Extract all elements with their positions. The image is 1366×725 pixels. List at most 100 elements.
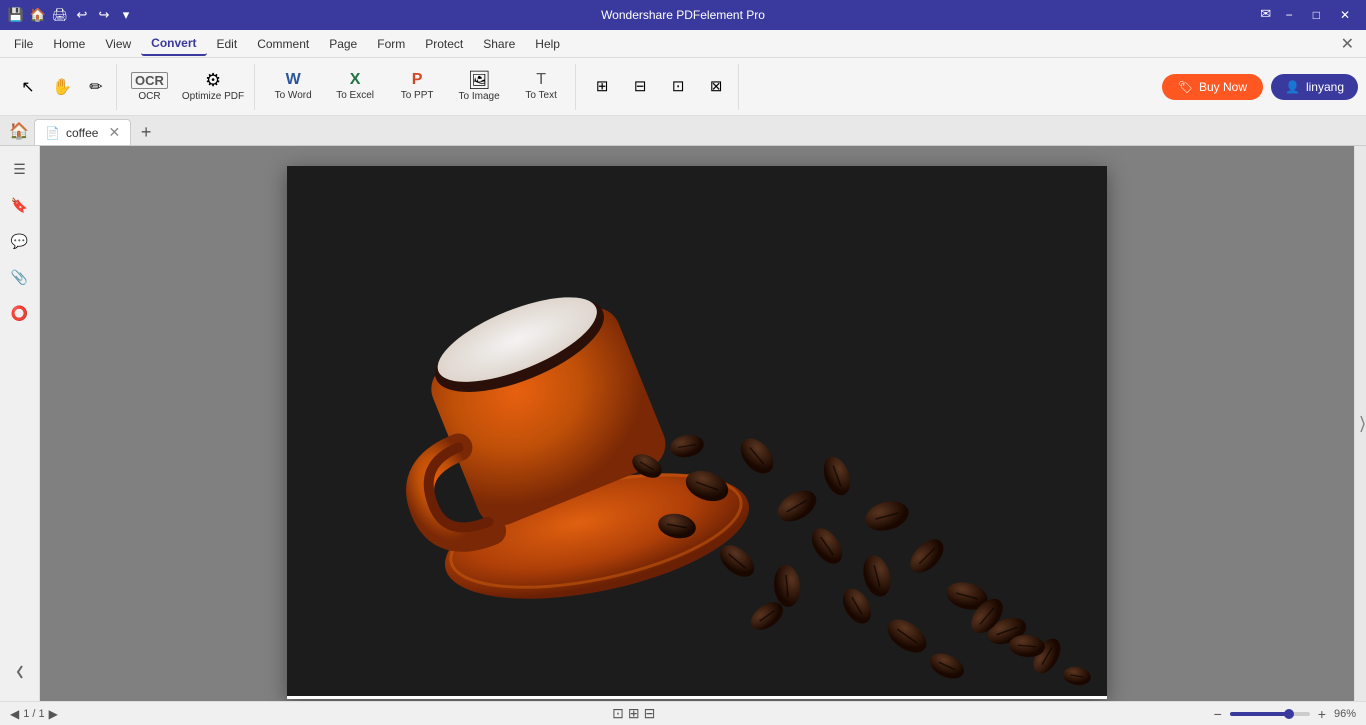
extra-icon3: ⊡ — [672, 79, 685, 94]
coffee-image — [287, 166, 1107, 696]
select-tool-button[interactable]: ↖ — [12, 71, 44, 103]
buy-icon: 🏷 — [1178, 80, 1193, 94]
sidebar-thumbnails[interactable]: ☰ — [5, 154, 35, 184]
zoom-slider[interactable] — [1230, 712, 1310, 716]
home-icon[interactable]: 🏠 — [30, 7, 46, 23]
to-word-button[interactable]: W To Word — [263, 65, 323, 109]
prev-page-button[interactable]: ◀ — [10, 707, 19, 721]
to-ppt-button[interactable]: P To PPT — [387, 65, 447, 109]
to-ppt-label: To PPT — [401, 90, 434, 101]
zoom-level: 96% — [1334, 708, 1356, 720]
menu-protect[interactable]: Protect — [415, 33, 473, 55]
to-excel-button[interactable]: X To Excel — [325, 65, 385, 109]
maximize-button[interactable]: □ — [1305, 6, 1328, 24]
app-title: Wondershare PDFelement Pro — [601, 8, 765, 22]
pdf-page — [287, 166, 1107, 699]
extra-btn3[interactable]: ⊡ — [660, 65, 696, 109]
menu-home[interactable]: Home — [43, 33, 95, 55]
tab-name: coffee — [66, 126, 98, 140]
save-icon[interactable]: 💾 — [8, 7, 24, 23]
optimize-icon: ⚙ — [205, 71, 221, 89]
user-icon: 👤 — [1285, 80, 1300, 94]
document-canvas[interactable] — [40, 146, 1354, 701]
window-controls: ✉ − □ ✕ — [1258, 6, 1358, 24]
extra-icon1: ⊞ — [596, 79, 609, 94]
print-icon[interactable]: 🖨 — [52, 7, 68, 23]
sidebar-comments[interactable]: 💬 — [5, 226, 35, 256]
tab-close-button[interactable]: ✕ — [108, 124, 120, 141]
zoom-slider-fill — [1230, 712, 1286, 716]
right-panel-handle[interactable] — [1354, 146, 1366, 701]
user-name-label: linyang — [1306, 80, 1344, 94]
sidebar-collapse[interactable] — [14, 662, 26, 693]
selection-tools: ↖ ✋ ✏ — [8, 64, 117, 110]
extra-btn4[interactable]: ⊠ — [698, 65, 734, 109]
action-buttons: 🏷 Buy Now 👤 linyang — [1162, 74, 1358, 100]
email-icon[interactable]: ✉ — [1258, 6, 1274, 22]
next-page-button[interactable]: ▶ — [49, 707, 58, 721]
close-button[interactable]: ✕ — [1332, 6, 1358, 24]
hand-tool-button[interactable]: ✋ — [46, 71, 78, 103]
to-image-label: To Image — [459, 91, 500, 102]
dropdown-icon[interactable]: ▾ — [118, 7, 134, 23]
zoom-out-button[interactable]: − — [1210, 706, 1226, 722]
menu-comment[interactable]: Comment — [247, 33, 319, 55]
grid-view-icon[interactable]: ⊟ — [644, 705, 656, 722]
status-bar: ◀ 1 / 1 ▶ ⊡ ⊞ ⊟ − + 96% — [0, 701, 1366, 725]
sidebar-attachments[interactable]: 📎 — [5, 262, 35, 292]
menu-file[interactable]: File — [4, 33, 43, 55]
buy-now-button[interactable]: 🏷 Buy Now — [1162, 74, 1263, 100]
edit-tool-button[interactable]: ✏ — [80, 71, 112, 103]
document-tab[interactable]: 📄 coffee ✕ — [34, 119, 131, 145]
menu-close-button[interactable]: ✕ — [1333, 34, 1362, 54]
extra-btn1[interactable]: ⊞ — [584, 65, 620, 109]
sidebar-circle[interactable]: ⭕ — [5, 298, 35, 328]
sidebar-bookmarks[interactable]: 🔖 — [5, 190, 35, 220]
user-button[interactable]: 👤 linyang — [1271, 74, 1358, 100]
word-icon: W — [286, 72, 301, 88]
extra-icon2: ⊟ — [634, 79, 647, 94]
extra-icon4: ⊠ — [710, 79, 723, 94]
page-navigation: ◀ 1 / 1 ▶ — [10, 707, 58, 721]
double-page-view-icon[interactable]: ⊞ — [628, 705, 640, 722]
menu-page[interactable]: Page — [319, 33, 367, 55]
redo-icon[interactable]: ↪ — [96, 7, 112, 23]
ocr-button[interactable]: OCR OCR — [125, 65, 174, 109]
image-icon: 🖼 — [468, 71, 491, 89]
title-left-icons: 💾 🏠 🖨 ↩ ↪ ▾ — [8, 7, 134, 23]
extra-btn2[interactable]: ⊟ — [622, 65, 658, 109]
to-excel-label: To Excel — [336, 90, 374, 101]
main-area: ☰ 🔖 💬 📎 ⭕ — [0, 146, 1366, 701]
menu-share[interactable]: Share — [473, 33, 525, 55]
menu-view[interactable]: View — [95, 33, 141, 55]
to-word-label: To Word — [275, 90, 312, 101]
single-page-view-icon[interactable]: ⊡ — [612, 705, 624, 722]
zoom-slider-thumb — [1284, 709, 1294, 719]
to-text-button[interactable]: T To Text — [511, 65, 571, 109]
tab-pdf-icon: 📄 — [45, 126, 60, 140]
left-sidebar: ☰ 🔖 💬 📎 ⭕ — [0, 146, 40, 701]
undo-icon[interactable]: ↩ — [74, 7, 90, 23]
optimize-label: Optimize PDF — [182, 91, 244, 102]
zoom-controls: − + 96% — [1210, 706, 1356, 722]
menu-convert[interactable]: Convert — [141, 32, 206, 56]
view-mode-icons: ⊡ ⊞ ⊟ — [612, 705, 655, 722]
menu-edit[interactable]: Edit — [207, 33, 248, 55]
menu-bar: File Home View Convert Edit Comment Page… — [0, 30, 1366, 58]
minimize-button[interactable]: − — [1278, 6, 1301, 24]
home-tab-button[interactable]: 🏠 — [4, 117, 34, 145]
to-text-label: To Text — [525, 90, 557, 101]
optimize-button[interactable]: ⚙ Optimize PDF — [176, 65, 250, 109]
ocr-icon: OCR — [131, 72, 168, 89]
ocr-tools: OCR OCR ⚙ Optimize PDF — [121, 64, 255, 110]
zoom-in-button[interactable]: + — [1314, 706, 1330, 722]
text-icon: T — [536, 72, 546, 88]
toolbar: ↖ ✋ ✏ OCR OCR ⚙ Optimize PDF W To Word X… — [0, 58, 1366, 116]
ppt-icon: P — [412, 72, 423, 88]
convert-tools: W To Word X To Excel P To PPT 🖼 To Image… — [259, 64, 576, 110]
new-tab-button[interactable]: + — [133, 119, 159, 145]
to-image-button[interactable]: 🖼 To Image — [449, 65, 509, 109]
menu-form[interactable]: Form — [367, 33, 415, 55]
menu-help[interactable]: Help — [525, 33, 570, 55]
extra-tools: ⊞ ⊟ ⊡ ⊠ — [580, 64, 739, 110]
